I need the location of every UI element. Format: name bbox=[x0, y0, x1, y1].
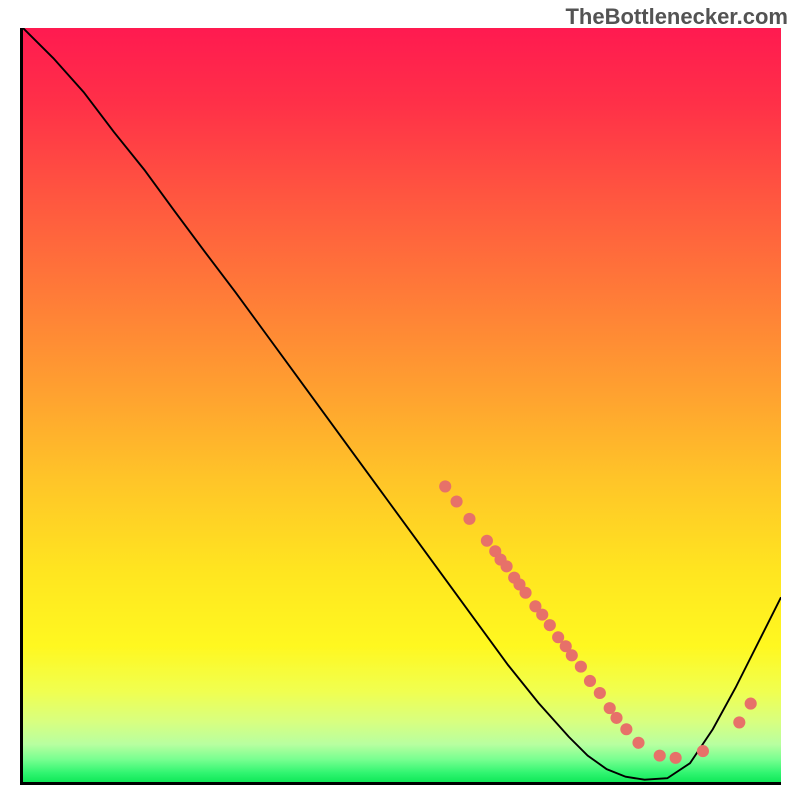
data-marker bbox=[439, 480, 451, 492]
data-marker bbox=[654, 750, 666, 762]
data-marker bbox=[610, 712, 622, 724]
attribution-text: TheBottlenecker.com bbox=[565, 4, 788, 30]
data-marker bbox=[620, 723, 632, 735]
data-marker bbox=[519, 587, 531, 599]
data-marker bbox=[463, 513, 475, 525]
plot-inner bbox=[23, 28, 781, 782]
data-marker bbox=[566, 649, 578, 661]
data-marker bbox=[481, 535, 493, 547]
data-marker bbox=[536, 609, 548, 621]
data-marker bbox=[632, 737, 644, 749]
data-marker bbox=[697, 745, 709, 757]
data-marker bbox=[670, 752, 682, 764]
data-marker bbox=[451, 495, 463, 507]
curve-layer bbox=[23, 28, 781, 782]
bottleneck-curve bbox=[23, 28, 781, 780]
data-marker bbox=[745, 698, 757, 710]
data-marker bbox=[575, 661, 587, 673]
data-marker bbox=[544, 619, 556, 631]
data-marker bbox=[584, 675, 596, 687]
data-marker bbox=[501, 560, 513, 572]
data-marker bbox=[733, 716, 745, 728]
data-marker bbox=[604, 702, 616, 714]
data-markers bbox=[439, 480, 757, 764]
data-marker bbox=[594, 687, 606, 699]
plot-axes bbox=[20, 28, 781, 785]
chart-container: TheBottlenecker.com bbox=[0, 0, 800, 800]
